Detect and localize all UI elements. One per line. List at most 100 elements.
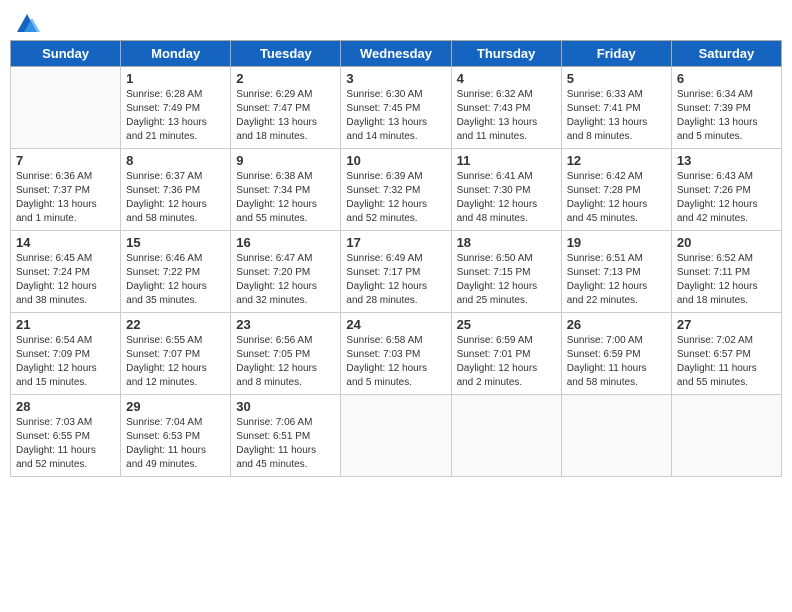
day-number: 1 — [126, 71, 225, 86]
day-info: Sunrise: 7:06 AM Sunset: 6:51 PM Dayligh… — [236, 416, 335, 472]
calendar-cell: 19 Sunrise: 6:51 AM Sunset: 7:13 PM Dayli… — [561, 231, 671, 313]
day-info: Sunrise: 7:00 AM Sunset: 6:59 PM Dayligh… — [567, 334, 666, 390]
calendar-cell: 17Sunrise: 6:49 AM Sunset: 7:17 PM Dayli… — [341, 231, 451, 313]
calendar-cell: 27 Sunrise: 7:02 AM Sunset: 6:57 PM Dayli… — [671, 313, 781, 395]
day-number: 24 — [346, 317, 445, 332]
calendar-cell — [671, 395, 781, 477]
day-number: 3 — [346, 71, 445, 86]
calendar-cell: 9Sunrise: 6:38 AM Sunset: 7:34 PM Daylig… — [231, 149, 341, 231]
day-info: Sunrise: 6:58 AM Sunset: 7:03 PM Dayligh… — [346, 334, 445, 390]
day-info: Sunrise: 6:36 AM Sunset: 7:37 PM Dayligh… — [16, 170, 115, 226]
day-info: Sunrise: 7:03 AM Sunset: 6:55 PM Dayligh… — [16, 416, 115, 472]
calendar-cell: 10Sunrise: 6:39 AM Sunset: 7:32 PM Dayli… — [341, 149, 451, 231]
calendar-cell: 15Sunrise: 6:46 AM Sunset: 7:22 PM Dayli… — [121, 231, 231, 313]
day-info: Sunrise: 6:28 AM Sunset: 7:49 PM Dayligh… — [126, 88, 225, 144]
day-of-week-header: Monday — [121, 41, 231, 67]
day-of-week-header: Saturday — [671, 41, 781, 67]
day-info: Sunrise: 6:34 AM Sunset: 7:39 PM Dayligh… — [677, 88, 776, 144]
day-info: Sunrise: 6:33 AM Sunset: 7:41 PM Dayligh… — [567, 88, 666, 144]
calendar-cell: 30 Sunrise: 7:06 AM Sunset: 6:51 PM Dayli… — [231, 395, 341, 477]
day-info: Sunrise: 7:02 AM Sunset: 6:57 PM Dayligh… — [677, 334, 776, 390]
days-of-week-row: SundayMondayTuesdayWednesdayThursdayFrid… — [11, 41, 782, 67]
day-info: Sunrise: 6:52 AM Sunset: 7:11 PM Dayligh… — [677, 252, 776, 308]
calendar-cell — [451, 395, 561, 477]
calendar-cell: 22Sunrise: 6:55 AM Sunset: 7:07 PM Dayli… — [121, 313, 231, 395]
logo-icon — [12, 10, 42, 36]
day-number: 5 — [567, 71, 666, 86]
calendar-table: SundayMondayTuesdayWednesdayThursdayFrid… — [10, 40, 782, 477]
day-info: Sunrise: 6:49 AM Sunset: 7:17 PM Dayligh… — [346, 252, 445, 308]
calendar-cell: 12Sunrise: 6:42 AM Sunset: 7:28 PM Dayli… — [561, 149, 671, 231]
day-number: 8 — [126, 153, 225, 168]
day-number: 19 — [567, 235, 666, 250]
calendar-cell: 24 Sunrise: 6:58 AM Sunset: 7:03 PM Dayli… — [341, 313, 451, 395]
calendar-cell — [341, 395, 451, 477]
day-info: Sunrise: 6:37 AM Sunset: 7:36 PM Dayligh… — [126, 170, 225, 226]
calendar-cell: 16 Sunrise: 6:47 AM Sunset: 7:20 PM Dayli… — [231, 231, 341, 313]
day-number: 28 — [16, 399, 115, 414]
day-info: Sunrise: 6:41 AM Sunset: 7:30 PM Dayligh… — [457, 170, 556, 226]
day-number: 26 — [567, 317, 666, 332]
calendar-cell: 23 Sunrise: 6:56 AM Sunset: 7:05 PM Dayli… — [231, 313, 341, 395]
logo — [10, 10, 44, 32]
day-info: Sunrise: 6:51 AM Sunset: 7:13 PM Dayligh… — [567, 252, 666, 308]
day-number: 30 — [236, 399, 335, 414]
page-header — [10, 10, 782, 32]
calendar-cell: 13 Sunrise: 6:43 AM Sunset: 7:26 PM Dayli… — [671, 149, 781, 231]
day-info: Sunrise: 6:45 AM Sunset: 7:24 PM Dayligh… — [16, 252, 115, 308]
day-number: 15 — [126, 235, 225, 250]
calendar-cell: 26 Sunrise: 7:00 AM Sunset: 6:59 PM Dayli… — [561, 313, 671, 395]
day-info: Sunrise: 6:47 AM Sunset: 7:20 PM Dayligh… — [236, 252, 335, 308]
calendar-cell: 5 Sunrise: 6:33 AM Sunset: 7:41 PM Daylig… — [561, 67, 671, 149]
day-number: 18 — [457, 235, 556, 250]
day-number: 29 — [126, 399, 225, 414]
calendar-cell: 21 Sunrise: 6:54 AM Sunset: 7:09 PM Dayli… — [11, 313, 121, 395]
calendar-body: 1 Sunrise: 6:28 AM Sunset: 7:49 PM Daylig… — [11, 67, 782, 477]
day-info: Sunrise: 6:43 AM Sunset: 7:26 PM Dayligh… — [677, 170, 776, 226]
calendar-week-row: 1 Sunrise: 6:28 AM Sunset: 7:49 PM Daylig… — [11, 67, 782, 149]
day-info: Sunrise: 6:54 AM Sunset: 7:09 PM Dayligh… — [16, 334, 115, 390]
calendar-cell: 20 Sunrise: 6:52 AM Sunset: 7:11 PM Dayli… — [671, 231, 781, 313]
day-of-week-header: Thursday — [451, 41, 561, 67]
calendar-cell: 6 Sunrise: 6:34 AM Sunset: 7:39 PM Daylig… — [671, 67, 781, 149]
day-info: Sunrise: 6:59 AM Sunset: 7:01 PM Dayligh… — [457, 334, 556, 390]
calendar-week-row: 7 Sunrise: 6:36 AM Sunset: 7:37 PM Daylig… — [11, 149, 782, 231]
day-number: 7 — [16, 153, 115, 168]
calendar-cell: 8 Sunrise: 6:37 AM Sunset: 7:36 PM Daylig… — [121, 149, 231, 231]
calendar-cell: 2Sunrise: 6:29 AM Sunset: 7:47 PM Daylig… — [231, 67, 341, 149]
calendar-cell: 7 Sunrise: 6:36 AM Sunset: 7:37 PM Daylig… — [11, 149, 121, 231]
calendar-cell: 11 Sunrise: 6:41 AM Sunset: 7:30 PM Dayli… — [451, 149, 561, 231]
day-info: Sunrise: 7:04 AM Sunset: 6:53 PM Dayligh… — [126, 416, 225, 472]
day-info: Sunrise: 6:56 AM Sunset: 7:05 PM Dayligh… — [236, 334, 335, 390]
day-number: 25 — [457, 317, 556, 332]
day-number: 14 — [16, 235, 115, 250]
day-number: 13 — [677, 153, 776, 168]
day-number: 27 — [677, 317, 776, 332]
day-info: Sunrise: 6:39 AM Sunset: 7:32 PM Dayligh… — [346, 170, 445, 226]
day-info: Sunrise: 6:50 AM Sunset: 7:15 PM Dayligh… — [457, 252, 556, 308]
day-number: 21 — [16, 317, 115, 332]
day-info: Sunrise: 6:55 AM Sunset: 7:07 PM Dayligh… — [126, 334, 225, 390]
calendar-cell — [11, 67, 121, 149]
day-number: 23 — [236, 317, 335, 332]
day-info: Sunrise: 6:32 AM Sunset: 7:43 PM Dayligh… — [457, 88, 556, 144]
day-number: 6 — [677, 71, 776, 86]
calendar-cell: 18 Sunrise: 6:50 AM Sunset: 7:15 PM Dayli… — [451, 231, 561, 313]
calendar-cell: 29 Sunrise: 7:04 AM Sunset: 6:53 PM Dayli… — [121, 395, 231, 477]
calendar-cell: 1 Sunrise: 6:28 AM Sunset: 7:49 PM Daylig… — [121, 67, 231, 149]
day-number: 16 — [236, 235, 335, 250]
day-info: Sunrise: 6:42 AM Sunset: 7:28 PM Dayligh… — [567, 170, 666, 226]
calendar-cell: 25 Sunrise: 6:59 AM Sunset: 7:01 PM Dayli… — [451, 313, 561, 395]
day-of-week-header: Wednesday — [341, 41, 451, 67]
day-number: 11 — [457, 153, 556, 168]
day-number: 4 — [457, 71, 556, 86]
calendar-cell: 14 Sunrise: 6:45 AM Sunset: 7:24 PM Dayli… — [11, 231, 121, 313]
day-info: Sunrise: 6:30 AM Sunset: 7:45 PM Dayligh… — [346, 88, 445, 144]
calendar-week-row: 28 Sunrise: 7:03 AM Sunset: 6:55 PM Dayli… — [11, 395, 782, 477]
day-info: Sunrise: 6:29 AM Sunset: 7:47 PM Dayligh… — [236, 88, 335, 144]
calendar-cell — [561, 395, 671, 477]
day-info: Sunrise: 6:38 AM Sunset: 7:34 PM Dayligh… — [236, 170, 335, 226]
calendar-cell: 28 Sunrise: 7:03 AM Sunset: 6:55 PM Dayli… — [11, 395, 121, 477]
day-of-week-header: Sunday — [11, 41, 121, 67]
day-number: 20 — [677, 235, 776, 250]
